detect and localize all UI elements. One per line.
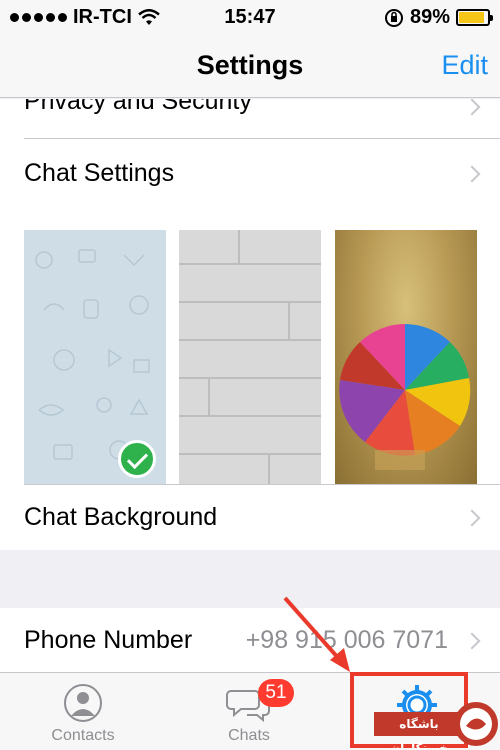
battery-icon <box>456 9 493 26</box>
contacts-icon <box>64 684 102 722</box>
phone-number-label: Phone Number <box>24 626 193 654</box>
tab-chats-label: Chats <box>228 727 270 744</box>
section-gap <box>0 550 500 608</box>
navigation-bar: Settings Edit <box>0 34 500 98</box>
rotation-lock-icon <box>384 8 403 27</box>
tab-contacts[interactable]: Contacts <box>0 673 166 750</box>
chevron-right-icon <box>463 165 481 183</box>
chat-background-row[interactable]: Chat Background <box>0 485 500 550</box>
page-title: Settings <box>196 50 304 80</box>
wood-planks <box>179 230 321 484</box>
selected-check-icon <box>118 440 156 478</box>
privacy-security-row[interactable]: Privacy and Security <box>0 99 500 139</box>
chevron-right-icon <box>463 632 481 650</box>
chevron-right-icon <box>463 99 481 116</box>
edit-button[interactable]: Edit <box>441 50 488 81</box>
news-logo: باشگاه خبرنگاران <box>362 700 500 750</box>
chat-settings-label: Chat Settings <box>24 159 175 187</box>
logo-banner: باشگاه خبرنگاران <box>374 712 464 750</box>
tab-chats[interactable]: 51 Chats <box>166 673 332 750</box>
phone-number-value: +98 915 006 7071 <box>245 626 448 654</box>
logo-emblem <box>454 702 498 746</box>
privacy-security-label: Privacy and Security <box>24 99 252 115</box>
wallpaper-option-wood[interactable] <box>179 230 321 484</box>
chat-background-label: Chat Background <box>24 503 218 531</box>
battery-percent: 89% <box>409 6 450 28</box>
unread-badge: 51 <box>258 679 294 707</box>
chat-settings-row[interactable]: Chat Settings <box>0 139 500 212</box>
wallpaper-option-umbrella[interactable] <box>335 230 477 484</box>
chevron-right-icon <box>463 509 481 527</box>
tab-contacts-label: Contacts <box>51 727 115 744</box>
phone-number-row[interactable]: Phone Number +98 915 006 7071 <box>0 608 500 672</box>
status-bar: IR-TCI 15:47 89% <box>0 0 500 34</box>
umbrella-photo <box>339 324 471 470</box>
status-right: 89% <box>384 6 493 29</box>
